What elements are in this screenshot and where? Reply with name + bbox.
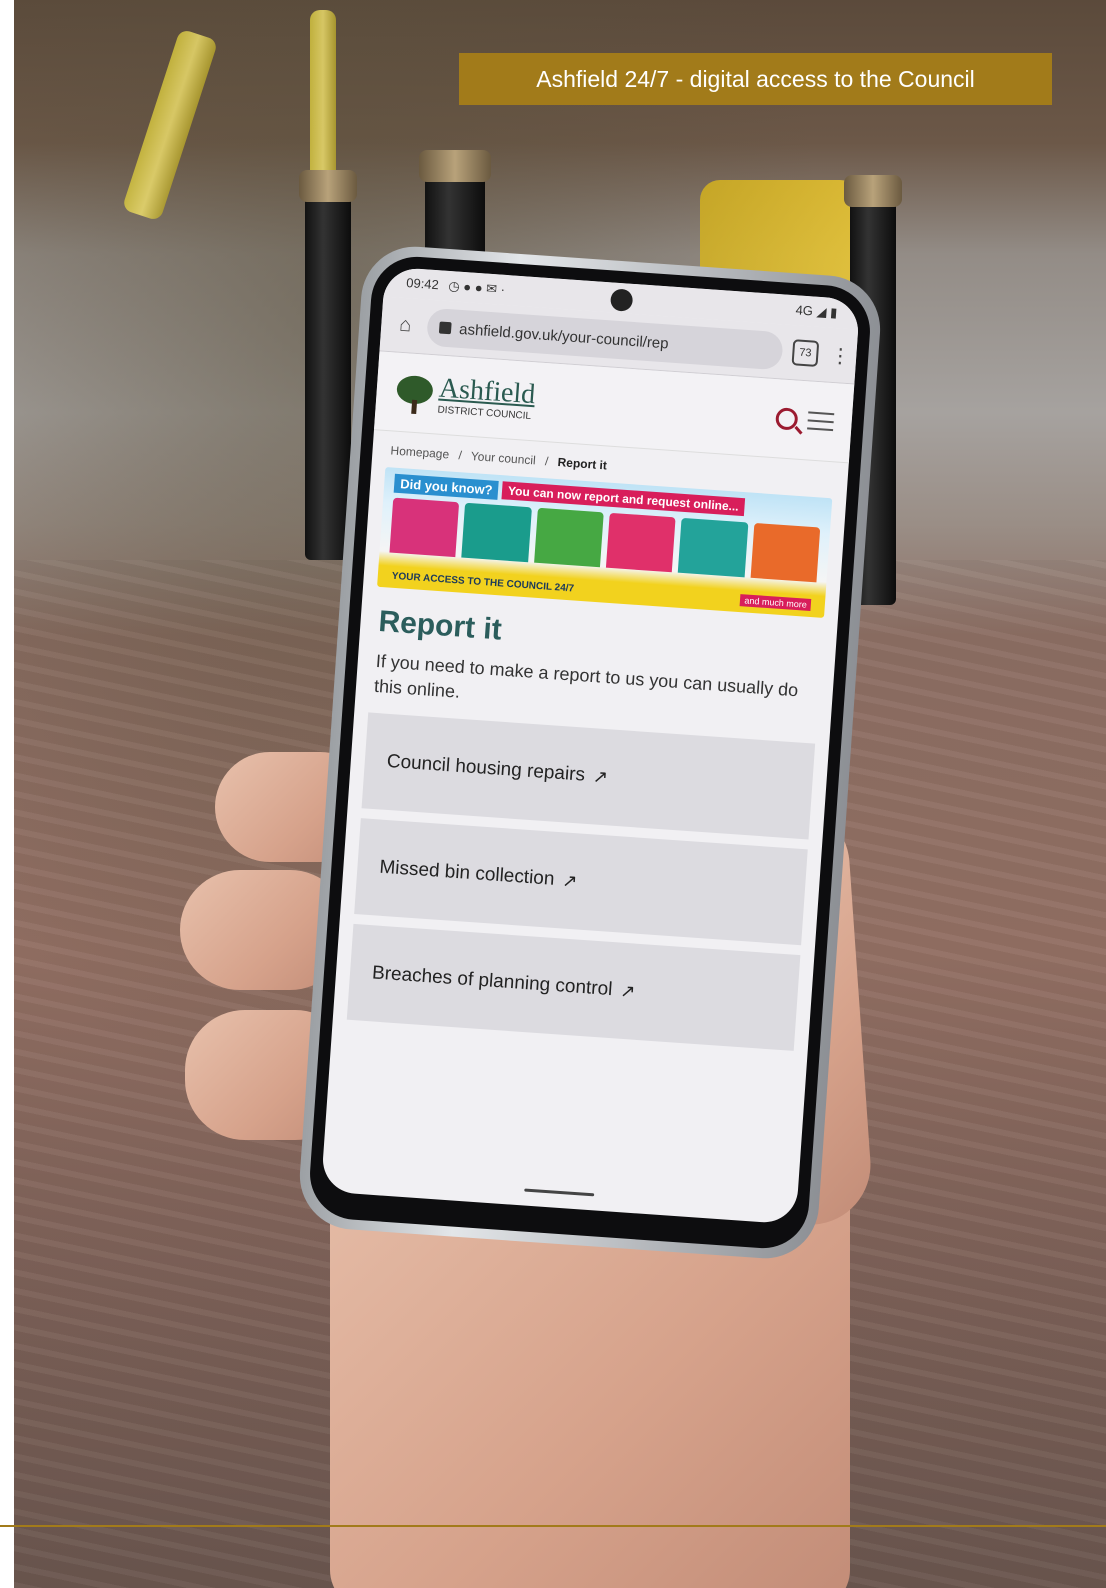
logo-name: Ashfield [438,372,537,410]
breadcrumb-separator: / [457,448,463,463]
house-graphic [389,497,460,558]
link-missed-bin-collection[interactable]: Missed bin collection ↗ [354,818,808,946]
breadcrumb-current: Report it [557,455,608,473]
network-type: 4G [795,302,814,319]
caption-text: Ashfield 24/7 - digital access to the Co… [536,65,975,92]
house-graphic [605,512,676,573]
bollard [419,150,491,260]
search-icon[interactable] [775,407,799,431]
address-text: ashfield.gov.uk/your-council/rep [458,320,670,352]
breadcrumb-your-council[interactable]: Your council [470,449,536,467]
banner-more: and much more [740,594,812,612]
link-label: Missed bin collection [378,856,556,891]
signal-icon: ◢ [816,303,828,320]
status-time: 09:42 [405,275,440,293]
house-graphic [750,522,821,583]
breadcrumb-separator: / [544,454,549,469]
lock-icon [438,321,452,335]
external-arrow-icon: ↗ [619,980,637,1002]
link-council-housing-repairs[interactable]: Council housing repairs ↗ [361,712,816,840]
browser-menu-icon[interactable]: ⋮ [829,342,851,368]
caption-banner: Ashfield 24/7 - digital access to the Co… [459,53,1052,105]
tree-icon [393,374,436,415]
phone-screen: 09:42 ◷ ● ● ✉ · 4G ◢ ▮ ⌂ ashfield.gov.uk… [320,266,861,1225]
external-arrow-icon: ↗ [592,766,609,788]
external-arrow-icon: ↗ [561,870,579,892]
link-breaches-planning-control[interactable]: Breaches of planning control ↗ [346,924,801,1052]
link-label: Council housing repairs [386,751,586,787]
breadcrumb-home[interactable]: Homepage [390,443,450,461]
hamburger-menu-icon[interactable] [807,411,835,432]
smartphone: 09:42 ◷ ● ● ✉ · 4G ◢ ▮ ⌂ ashfield.gov.uk… [296,243,884,1262]
notification-icons: ◷ ● ● ✉ · [447,278,506,297]
banner-did-you-know: Did you know? [393,473,500,500]
page-left-margin [0,0,14,1588]
banner-house-graphics [389,497,821,583]
home-icon[interactable]: ⌂ [393,312,419,338]
yellow-post [121,28,219,222]
gesture-bar[interactable] [524,1188,595,1197]
link-label: Breaches of planning control [371,962,614,1001]
promo-banner[interactable]: Did you know? You can now report and req… [377,467,833,618]
front-camera [609,288,634,312]
bottom-rule [0,1525,1106,1527]
yellow-post [310,10,336,180]
house-graphic [461,502,532,563]
house-graphic [678,517,749,578]
tabs-button[interactable]: 73 [791,339,820,367]
bollard [299,170,357,560]
banner-footer: YOUR ACCESS TO THE COUNCIL 24/7 [391,570,575,595]
battery-icon: ▮ [829,304,838,321]
council-logo[interactable]: Ashfield DISTRICT COUNCIL [393,371,536,422]
house-graphic [533,507,604,568]
